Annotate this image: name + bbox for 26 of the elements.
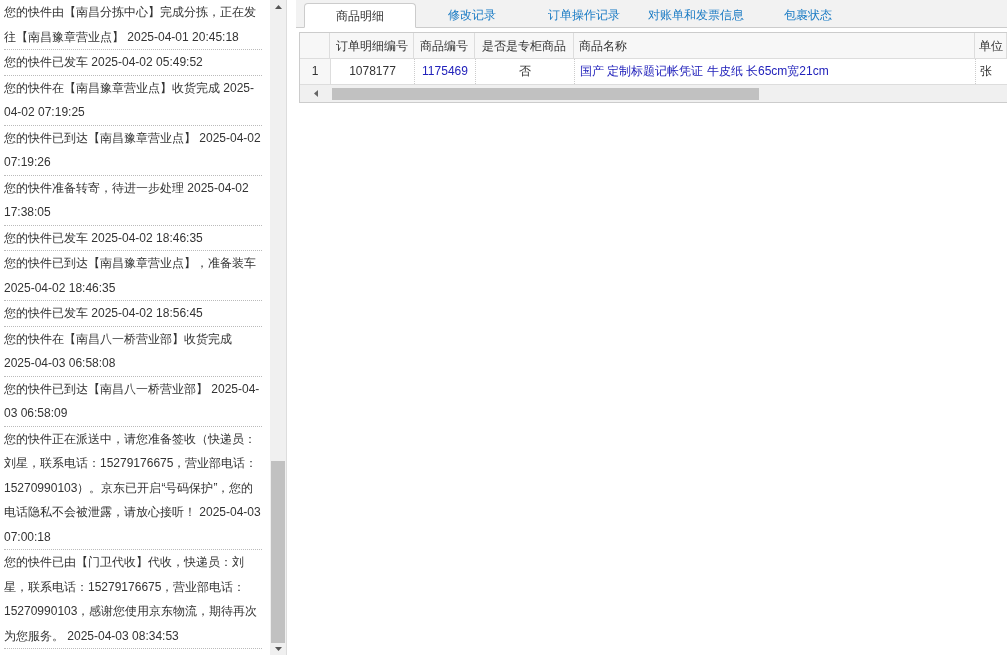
tab[interactable]: 订单操作记录	[528, 2, 640, 27]
tracking-entry: 您的快件已到达【南昌豫章营业点】 2025-04-02 07:19:26	[4, 125, 262, 176]
tracking-entry: 您的快件已由【门卫代收】代收，快递员：刘星，联系电话：15279176675，营业部电话：15270990103，感谢您使用京东物流，期待再次为您服务。 2025-04-03 08:34:53	[4, 550, 262, 649]
tracking-entry: 您的快件已发车 2025-04-02 18:56:45	[4, 301, 262, 327]
column-header[interactable]: 订单明细编号	[330, 33, 414, 58]
tracking-entry: 您的快件已到达【南昌八一桥营业部】 2025-04-03 06:58:09	[4, 376, 262, 427]
tab[interactable]: 包裹状态	[752, 2, 864, 27]
column-header[interactable]: 单位	[975, 33, 1007, 58]
column-header[interactable]: 商品编号	[414, 33, 475, 58]
tracking-entry: 您的快件已发车 2025-04-02 05:49:52	[4, 50, 262, 76]
scroll-left-icon[interactable]	[314, 90, 318, 97]
tracking-entry: 您的快件在【南昌豫章营业点】收货完成 2025-04-02 07:19:25	[4, 75, 262, 126]
column-header[interactable]: 商品名称	[574, 33, 975, 58]
tracking-entry: 您的快件已到达【南昌豫章营业点】，准备装车 2025-04-02 18:46:35	[4, 251, 262, 301]
tracking-entry: 您的快件准备转寄，待进一步处理 2025-04-02 17:38:05	[4, 175, 262, 226]
row-number: 1	[300, 59, 331, 84]
tracking-entry: 您的快件由【南昌分拣中心】完成分拣，正在发往【南昌豫章营业点】 2025-04-01 20:45:18	[4, 0, 262, 50]
column-header[interactable]: 是否是专柜商品	[475, 33, 574, 58]
tracking-entry: 您的快件在【南昌八一桥营业部】收货完成 2025-04-03 06:58:08	[4, 326, 262, 377]
tracking-entry: 您的快件已发车 2025-04-02 18:46:35	[4, 225, 262, 251]
horizontal-scrollbar[interactable]	[300, 84, 1007, 102]
tab[interactable]: 修改记录	[416, 2, 528, 27]
tab[interactable]: 商品明细	[304, 3, 416, 28]
tab[interactable]: 对账单和发票信息	[640, 2, 752, 27]
tracking-entry: 您的快件正在派送中，请您准备签收（快递员：刘星，联系电话：15279176675，营业部电话：15270990103）。京东已开启“号码保护”，您的电话隐私不会被泄露，请放心接听！ 2025-04-03 07:00:18	[4, 426, 262, 550]
scrollbar-drawing[interactable]	[270, 0, 286, 655]
